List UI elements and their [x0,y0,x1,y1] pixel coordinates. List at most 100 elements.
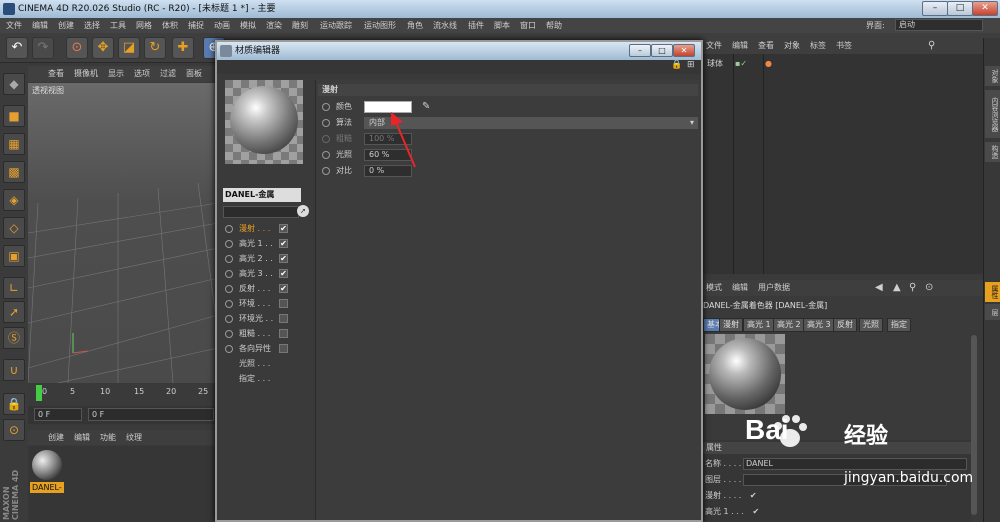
channel-radio[interactable] [225,240,233,248]
channel-checkbox[interactable]: ✔ [279,284,288,293]
channel-checkbox[interactable]: ✔ [279,269,288,278]
channel-item[interactable]: 环境光 . . [223,312,307,326]
tab-attributes[interactable]: 属性 [985,282,1000,302]
channel-radio[interactable] [225,270,233,278]
channel-checkbox[interactable] [279,344,288,353]
start-frame-field[interactable]: 0 F [88,408,214,421]
material-label[interactable]: DANEL- [30,482,64,493]
channel-checkbox[interactable] [279,314,288,323]
visibility-icon[interactable]: ▪✓ [735,58,747,70]
dialog-minimize-button[interactable]: – [629,44,651,57]
current-frame-field[interactable]: 0 F [34,408,82,421]
om-menu-tags[interactable]: 标签 [810,38,826,54]
attr-spec1-checkbox[interactable]: ✔ [752,507,759,516]
magnet-icon[interactable]: ∪ [3,359,25,381]
attribute-scrollbar[interactable] [971,335,977,515]
minimize-button[interactable]: – [922,1,948,16]
prop-radio[interactable] [322,135,330,143]
channel-radio[interactable] [225,255,233,263]
edges-mode-icon[interactable]: ◇ [3,217,25,239]
menu-tools[interactable]: 工具 [110,18,126,33]
select-tool-icon[interactable]: ⊙ [66,37,88,59]
menu-plugins[interactable]: 插件 [468,18,484,33]
channel-item[interactable]: 高光 3 . . ✔ [223,267,307,281]
menu-script[interactable]: 脚本 [494,18,510,33]
points-mode-icon[interactable]: ◈ [3,189,25,211]
menu-edit[interactable]: 编辑 [32,18,48,33]
channel-checkbox[interactable]: ✔ [279,254,288,263]
dialog-maximize-button[interactable]: □ [651,44,673,57]
maximize-button[interactable]: □ [947,1,973,16]
lock-icon[interactable]: 🔒 [671,60,682,70]
menu-simulate[interactable]: 模拟 [240,18,256,33]
mm-menu-create[interactable]: 创建 [48,430,64,445]
tab-layer[interactable]: 层 [985,304,1000,320]
viewport-menu-filter[interactable]: 过滤 [160,66,176,82]
menu-mesh[interactable]: 网格 [136,18,152,33]
tab-structure[interactable]: 构造 [985,142,1000,162]
move-tool-icon[interactable]: ✥ [92,37,114,59]
channel-item[interactable]: 环境 . . . [223,297,307,311]
channel-item[interactable]: 高光 2 . . ✔ [223,252,307,266]
om-menu-edit[interactable]: 编辑 [732,38,748,54]
workplane-lock-icon[interactable]: ⊙ [3,419,25,441]
channel-item[interactable]: 指定 . . . [223,372,307,386]
channel-checkbox[interactable] [279,329,288,338]
back-arrow-icon[interactable]: ◀ [875,280,883,296]
menu-pipeline[interactable]: 流水线 [433,18,457,33]
redo-icon[interactable]: ↷ [32,37,54,59]
attr-tab-illumination[interactable]: 光照 [859,318,883,332]
add-tool-icon[interactable]: ✚ [172,37,194,59]
snap-icon[interactable]: Ⓢ [3,327,25,349]
channel-item[interactable]: 光照 . . . [223,357,307,371]
up-arrow-icon[interactable]: ▲ [893,280,901,296]
channel-radio[interactable] [225,285,233,293]
model-mode-icon[interactable]: ■ [3,105,25,127]
new-window-icon[interactable]: ⊞ [687,60,695,70]
viewport-menu-panel[interactable]: 面板 [186,66,202,82]
channel-checkbox[interactable]: ✔ [279,239,288,248]
scale-tool-icon[interactable]: ◪ [118,37,140,59]
menu-volume[interactable]: 体积 [162,18,178,33]
viewport-menu-view[interactable]: 查看 [48,66,64,82]
menu-render[interactable]: 渲染 [266,18,282,33]
material-tag-icon[interactable]: ● [765,58,772,70]
om-menu-file[interactable]: 文件 [706,38,722,54]
menu-sculpt[interactable]: 雕刻 [292,18,308,33]
tab-object[interactable]: 对象 [985,66,1000,86]
menu-snap[interactable]: 捕捉 [188,18,204,33]
attr-tab-assign[interactable]: 指定 [887,318,911,332]
am-menu-mode[interactable]: 模式 [706,280,722,296]
object-list[interactable]: 球体 ▪✓ ● [703,54,983,274]
menu-create[interactable]: 创建 [58,18,74,33]
menu-motion-tracking[interactable]: 运动跟踪 [320,18,352,33]
channel-item[interactable]: 粗糙 . . . [223,327,307,341]
menu-mograph[interactable]: 运动图形 [364,18,396,33]
dialog-close-button[interactable]: ✕ [673,44,695,57]
prop-radio[interactable] [322,103,330,111]
viewport-menu-camera[interactable]: 摄像机 [74,66,98,82]
channel-checkbox[interactable] [279,299,288,308]
viewport-menu-display[interactable]: 显示 [108,66,124,82]
material-thumbnail[interactable] [32,450,62,480]
search-icon[interactable]: ⚲ [909,280,916,296]
undo-icon[interactable]: ↶ [6,37,28,59]
menu-select[interactable]: 选择 [84,18,100,33]
channel-item[interactable]: 高光 1 . . ✔ [223,237,307,251]
search-icon[interactable]: ⚲ [928,38,935,54]
timeline-ruler[interactable]: 0 5 10 15 20 25 [28,383,218,405]
prop-radio[interactable] [322,167,330,175]
texture-mode-icon[interactable]: ▦ [3,133,25,155]
close-button[interactable]: ✕ [972,1,998,16]
tab-content-browser[interactable]: 内容浏览器 [985,90,1000,138]
om-menu-bookmarks[interactable]: 书签 [836,38,852,54]
menu-character[interactable]: 角色 [407,18,423,33]
prop-radio[interactable] [322,151,330,159]
menu-help[interactable]: 帮助 [546,18,562,33]
channel-checkbox[interactable]: ✔ [279,224,288,233]
3d-viewport[interactable]: 透视视图 [28,83,218,383]
attr-tab-spec1[interactable]: 高光 1 [743,318,775,332]
viewport-menu-options[interactable]: 选项 [134,66,150,82]
lock-icon[interactable]: 🔒 [3,393,25,415]
rotate-tool-icon[interactable]: ↻ [144,37,166,59]
